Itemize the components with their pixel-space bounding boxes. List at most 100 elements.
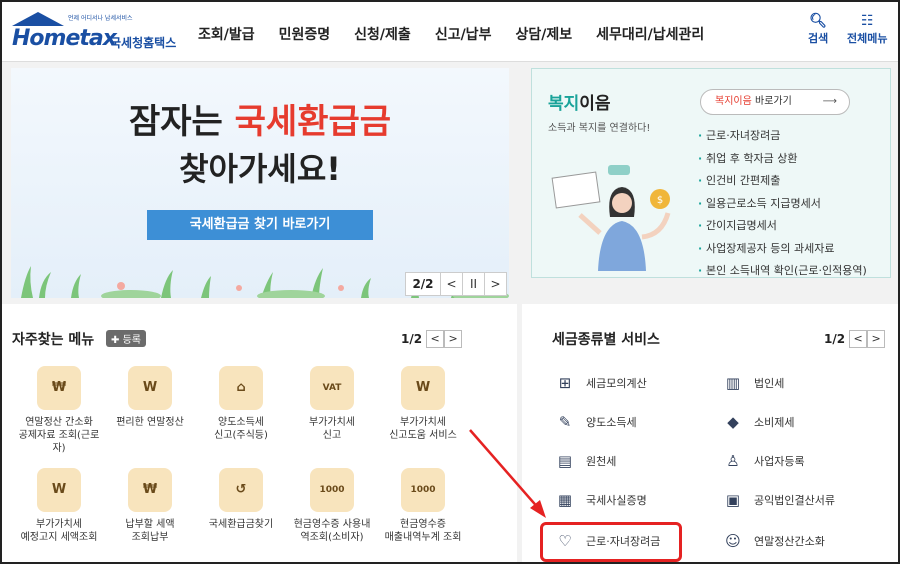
all-menu-button[interactable]: ☷ 전체메뉴 [847,12,887,46]
frequent-prev-button[interactable]: < [426,330,445,348]
welfare-title-a: 복지 [548,94,580,114]
highlight-box [540,522,682,562]
banner-line1: 잠자는 국세환급금 [11,94,509,143]
receipt-icon: 1000 [310,468,354,512]
screenshot-frame: 언제 어디서나 납세서비스 Hometax 국세청홈택스 조회/발급 민원증명 … [0,0,900,564]
refund-icon: ↺ [219,468,263,512]
sal-doc-icon: ▤ [557,452,573,470]
service-next-button[interactable]: > [867,330,886,348]
woman-illustration: $ [551,165,671,271]
frequent-menu-item[interactable]: ₩ 연말정산 간소화 공제자료 조회(근로 자) [12,366,106,455]
tax-service-item[interactable]: ⊞ 세금모의계산 [554,372,647,394]
nav-item-filing[interactable]: 신고/납부 [435,24,492,44]
welfare-link[interactable]: 간이지급명세서 [698,215,867,238]
frequent-menu-label: 부가가치세 신고 [309,417,355,441]
icon-glyph: 1000 [410,485,436,495]
icon-glyph: W [415,380,431,395]
frequent-menu-item[interactable]: 1000 현금영수증 사용내 역조회(소비자) [285,468,379,544]
frequent-menu-label: 현금영수증 매출내역누계 조회 [384,519,462,543]
banner-line2: 찾아가세요! [179,150,341,188]
banner-next-button[interactable]: > [484,273,506,295]
tax-service-item[interactable]: ✎ 양도소득세 [554,411,637,433]
nav-item-consult[interactable]: 상담/제보 [515,24,572,44]
welfare-link[interactable]: 일용근로소득 지급명세서 [698,193,867,216]
frequent-menu-item[interactable]: W 부가가치세 예정고지 세액조회 [12,468,106,544]
welfare-link[interactable]: 본인 소득내역 확인(근로·인적용역) [698,260,867,283]
banner-line1-a: 잠자는 [128,102,223,142]
site-header: 언제 어디서나 납세서비스 Hometax 국세청홈택스 조회/발급 민원증명 … [2,2,898,62]
tax-service-label: 세금모의계산 [586,377,647,390]
tax-service-item[interactable]: ☺ 연말정산간소화 [722,530,825,552]
welfare-link[interactable]: 취업 후 학자금 상환 [698,148,867,171]
frequent-menu-label: 연말정산 간소화 공제자료 조회(근로 자) [18,417,100,454]
grid-icon: ☷ [860,13,874,29]
refund-search-button[interactable]: 국세환급금 찾기 바로가기 [147,210,373,240]
welfare-title: 복지이음 [548,89,611,114]
welfare-link-list: 근로·자녀장려금 취업 후 학자금 상환 인건비 간편제출 일용근로소득 지급명… [698,125,867,283]
arrow-right-icon: ⟶ [822,96,837,107]
frequent-menu-item[interactable]: W 부가가치세 신고도움 서비스 [376,366,470,442]
refund-banner[interactable]: 잠자는 국세환급금 찾아가세요! 국세환급금 찾기 바로가기 2/2 < II … [11,68,509,298]
add-menu-button[interactable]: ✚ 등록 [106,330,146,347]
tax-service-item[interactable]: ◆ 소비제세 [722,411,794,433]
frequent-next-button[interactable]: > [444,330,463,348]
search-button[interactable]: 🔍︎ 검색 [808,12,828,46]
frequent-menu-item[interactable]: ₩ 납부할 세액 조회납부 [103,468,197,544]
tax-service-item[interactable]: ♙ 사업자등록 [722,450,804,472]
svg-text:$: $ [657,195,663,206]
frequent-menu-title: 자주찾는 메뉴 [12,332,95,348]
service-prev-button[interactable]: < [849,330,868,348]
logo-tagline: 언제 어디서나 납세서비스 [68,15,133,22]
nav-item-application[interactable]: 신청/제출 [354,24,411,44]
frequent-menu-item[interactable]: ⌂ 양도소득세 신고(주식등) [194,366,288,442]
tax-service-item[interactable]: ▤ 원천세 [554,450,616,472]
welfare-link[interactable]: 근로·자녀장려금 [698,125,867,148]
receipt-sales-icon: 1000 [401,468,445,512]
tax-service-item[interactable]: ▥ 법인세 [722,372,784,394]
frequent-menu-label: 편리한 연말정산 [116,417,184,428]
w-doc-search-icon: W [37,468,81,512]
tax-service-item[interactable]: ▣ 공익법인결산서류 [722,489,835,511]
banner-pause-button[interactable]: II [462,273,484,295]
banner-page-indicator: 2/2 [412,277,434,291]
face-w-icon: ☺ [725,532,741,550]
diamond-icon: ◆ [727,413,739,431]
frequent-menu-item[interactable]: 1000 현금영수증 매출내역누계 조회 [376,468,470,544]
frequent-menu-label: 부가가치세 신고도움 서비스 [389,417,457,441]
tax-service-title: 세금종류별 서비스 [552,332,660,348]
welfare-link[interactable]: 사업장제공자 등의 과세자료 [698,238,867,261]
vat-doc-icon: VAT [310,366,354,410]
welfare-go-button[interactable]: 복지이음 바로가기 ⟶ [700,89,850,115]
nav-item-inquiry[interactable]: 조회/발급 [198,24,255,44]
logo-brand: Hometax [12,26,117,51]
welfare-link[interactable]: 인건비 간편제출 [698,170,867,193]
search-icon: 🔍︎ [809,13,828,29]
main-nav: 조회/발급 민원증명 신청/제출 신고/납부 상담/제보 세무대리/납세관리 [198,24,728,44]
tax-service-label: 국세사실증명 [586,494,647,507]
tax-service-label: 소비제세 [754,416,795,429]
nav-item-certificates[interactable]: 민원증명 [279,24,331,44]
frequent-menu-label: 납부할 세액 조회납부 [125,519,175,543]
tax-service-item[interactable]: ▦ 국세사실증명 [554,489,647,511]
w-search-icon: W [401,366,445,410]
banner-line1-b: 국세환급금 [234,102,392,142]
service-pager: 1/2 < > [824,330,886,348]
frequent-menu-item[interactable]: ↺ 국세환급금찾기 [194,468,288,531]
hometax-logo[interactable]: 언제 어디서나 납세서비스 Hometax 국세청홈택스 [10,10,180,54]
tax-service-label: 양도소득세 [586,416,637,429]
calculator-icon: ⊞ [558,374,572,392]
all-menu-label: 전체메뉴 [847,32,888,45]
tax-service-label: 법인세 [754,377,785,390]
add-menu-label: 등록 [122,335,141,346]
frequent-menu-label: 현금영수증 사용내 역조회(소비자) [293,519,371,543]
house-icon: ⌂ [219,366,263,410]
frequent-menu-label: 양도소득세 신고(주식등) [214,417,268,441]
banner-prev-button[interactable]: < [440,273,462,295]
icon-glyph: W [142,380,158,395]
frequent-menu-item[interactable]: W 편리한 연말정산 [103,366,197,429]
icon-glyph: 1000 [319,485,345,495]
frequent-menu-panel: 자주찾는 메뉴 ✚ 등록 1/2 < > ₩ 연말정산 간소화 공제자료 조회(근… [2,304,517,562]
nav-item-agent[interactable]: 세무대리/납세관리 [596,24,704,44]
building-icon: ▥ [725,374,741,392]
frequent-menu-item[interactable]: VAT 부가가치세 신고 [285,366,379,442]
